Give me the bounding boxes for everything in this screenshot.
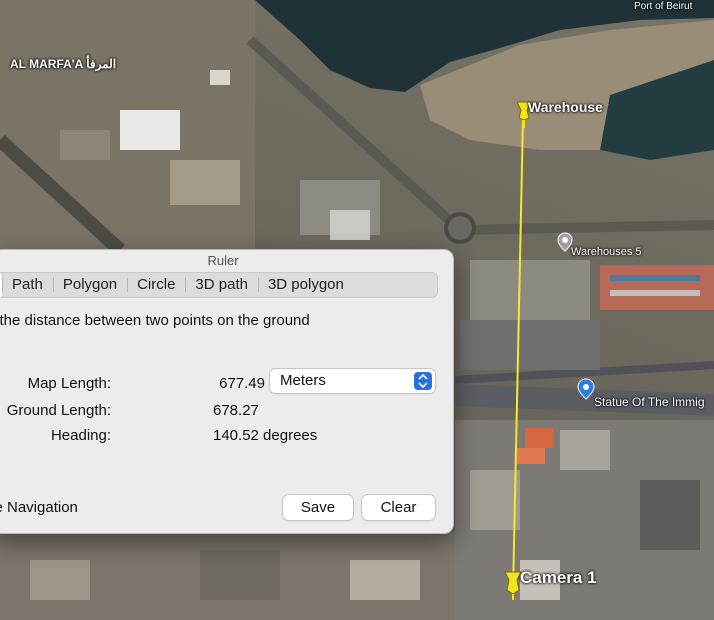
- camera-label[interactable]: Camera 1: [520, 568, 597, 588]
- ruler-tabs: Path Polygon Circle 3D path 3D polygon: [0, 272, 438, 298]
- warehouse-label[interactable]: Warehouse: [528, 99, 603, 115]
- ruler-dialog: Ruler Path Polygon Circle 3D path 3D pol…: [0, 249, 454, 534]
- statue-marker-icon[interactable]: [577, 378, 595, 400]
- port-label: Port of Beirut: [634, 1, 693, 12]
- heading-label: Heading:: [50, 427, 111, 444]
- tab-3d-path[interactable]: 3D path: [185, 272, 258, 298]
- clear-button[interactable]: Clear: [362, 495, 435, 520]
- chevron-updown-icon: [414, 372, 432, 390]
- ruler-description: e the distance between two points on the…: [0, 312, 310, 329]
- tab-3d-polygon[interactable]: 3D polygon: [257, 272, 354, 298]
- units-select[interactable]: Meters: [270, 369, 435, 393]
- tab-polygon[interactable]: Polygon: [52, 272, 127, 298]
- district-label: AL MARFA'A المرفأ: [10, 57, 117, 71]
- dialog-title: Ruler: [207, 253, 239, 268]
- tab-circle[interactable]: Circle: [127, 272, 185, 298]
- mouse-navigation-label[interactable]: se Navigation: [0, 499, 78, 516]
- ground-length-label: Ground Length:: [6, 402, 111, 419]
- save-button[interactable]: Save: [283, 495, 353, 520]
- tab-path[interactable]: Path: [2, 272, 53, 298]
- ground-length-value: 678.27: [213, 402, 259, 419]
- map-length-label: Map Length:: [27, 375, 111, 392]
- statue-label[interactable]: Statue Of The Immig: [594, 395, 705, 409]
- units-selected: Meters: [280, 372, 326, 389]
- warehouses5-label[interactable]: Warehouses 5: [571, 246, 642, 258]
- heading-value: 140.52 degrees: [213, 427, 318, 444]
- map-length-value: 677.49: [219, 375, 265, 392]
